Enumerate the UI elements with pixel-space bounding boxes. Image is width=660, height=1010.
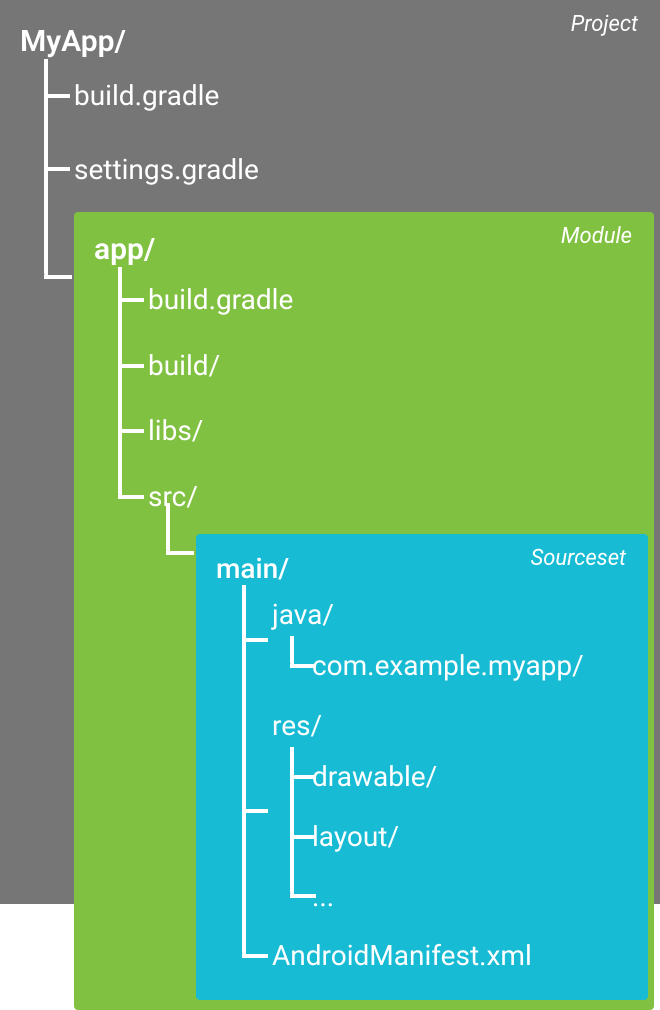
- tree-item: ...: [272, 867, 630, 927]
- folder-package: com.example.myapp/: [312, 636, 584, 696]
- sourceset-tree: java/ com.example.myapp/ res/ drawable/: [224, 585, 630, 986]
- folder-build: build/: [148, 333, 220, 399]
- project-label: Project: [571, 12, 638, 37]
- tree-item: build/: [100, 333, 648, 399]
- file-manifest: AndroidManifest.xml: [272, 926, 532, 986]
- tree-item: layout/: [272, 807, 630, 867]
- tree-item: libs/: [100, 398, 648, 464]
- folder-more: ...: [312, 867, 334, 927]
- res-subtree: drawable/ layout/ ...: [272, 747, 630, 926]
- module-label: Module: [561, 224, 632, 249]
- java-subtree: com.example.myapp/: [272, 636, 630, 696]
- project-root: MyApp/: [6, 6, 654, 59]
- tree-connector-h: [44, 275, 72, 279]
- tree-connector-h: [166, 551, 194, 555]
- tree-item: build.gradle: [100, 267, 648, 333]
- folder-src: src/: [148, 464, 198, 530]
- sourceset-label: Sourceset: [531, 546, 626, 571]
- module-tree: build.gradle build/ libs/ src/: [100, 267, 648, 529]
- file-app-build-gradle: build.gradle: [148, 267, 293, 333]
- tree-item: AndroidManifest.xml: [224, 926, 630, 986]
- folder-drawable: drawable/: [312, 747, 437, 807]
- folder-libs: libs/: [148, 398, 203, 464]
- tree-connector: [166, 503, 170, 553]
- tree-item: com.example.myapp/: [272, 636, 630, 696]
- project-tree: build.gradle settings.gradle: [26, 59, 654, 206]
- sourceset-panel: Sourceset main/ java/ com.example.myapp/…: [196, 534, 648, 1000]
- tree-item: build.gradle: [26, 59, 654, 133]
- file-settings-gradle: settings.gradle: [74, 133, 259, 207]
- tree-item: java/ com.example.myapp/: [224, 585, 630, 696]
- project-panel: Project MyApp/ build.gradle settings.gra…: [0, 0, 660, 904]
- folder-layout: layout/: [312, 807, 399, 867]
- module-panel: Module app/ build.gradle build/ libs/ sr…: [74, 212, 654, 1010]
- tree-item: settings.gradle: [26, 133, 654, 207]
- tree-item: res/ drawable/ layout/ ...: [224, 696, 630, 926]
- tree-item: src/: [100, 464, 648, 530]
- tree-item: drawable/: [272, 747, 630, 807]
- file-build-gradle: build.gradle: [74, 59, 219, 133]
